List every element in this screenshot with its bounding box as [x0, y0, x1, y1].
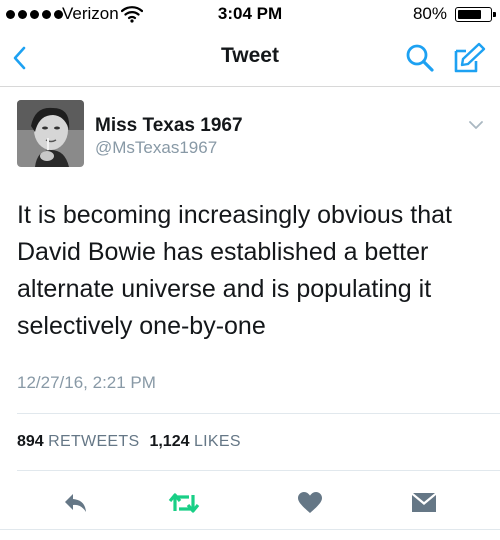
divider: [0, 529, 500, 530]
retweet-icon: [168, 493, 200, 513]
likes-label: LIKES: [193, 433, 241, 450]
retweet-button[interactable]: [166, 488, 202, 518]
tweet-text: It is becoming increasingly obvious that…: [17, 201, 452, 340]
avatar[interactable]: [17, 100, 84, 167]
chevron-left-icon: [13, 46, 26, 70]
retweets-label: RETWEETS: [48, 433, 140, 450]
retweets-stat[interactable]: 894 RETWEETS: [17, 433, 139, 450]
reply-button[interactable]: [58, 488, 94, 518]
retweets-count: 894: [17, 433, 44, 450]
more-options-button[interactable]: [468, 118, 484, 130]
battery-percentage: 80%: [412, 4, 447, 23]
divider: [17, 413, 500, 414]
direct-message-icon: [412, 493, 436, 512]
like-icon: [298, 492, 322, 513]
chevron-down-icon: [469, 121, 483, 129]
tweet-timestamp: 12/27/16, 2:21 PM: [17, 373, 156, 392]
compose-tweet-button[interactable]: [452, 41, 488, 75]
like-button[interactable]: [292, 488, 328, 518]
navigation-bar: Tweet: [0, 30, 500, 87]
reply-icon: [65, 494, 86, 512]
divider: [17, 470, 500, 471]
battery-icon: [455, 7, 496, 22]
likes-count: 1,124: [149, 433, 190, 450]
tweet-action-bar: [0, 480, 500, 524]
status-bar: Verizon 3:04 PM 80%: [0, 0, 500, 30]
tweet-stats: 894 RETWEETS 1,124 LIKES: [17, 433, 241, 451]
direct-message-button[interactable]: [406, 488, 442, 518]
display-name[interactable]: Miss Texas 1967: [95, 115, 243, 137]
tweet-header: Miss Texas 1967 @MsTexas1967: [17, 100, 487, 172]
likes-stat[interactable]: 1,124 LIKES: [149, 433, 240, 450]
search-icon: [406, 44, 434, 72]
compose-icon: [454, 42, 486, 73]
search-button[interactable]: [404, 42, 436, 74]
back-button[interactable]: [8, 44, 34, 72]
user-handle[interactable]: @MsTexas1967: [95, 138, 217, 158]
